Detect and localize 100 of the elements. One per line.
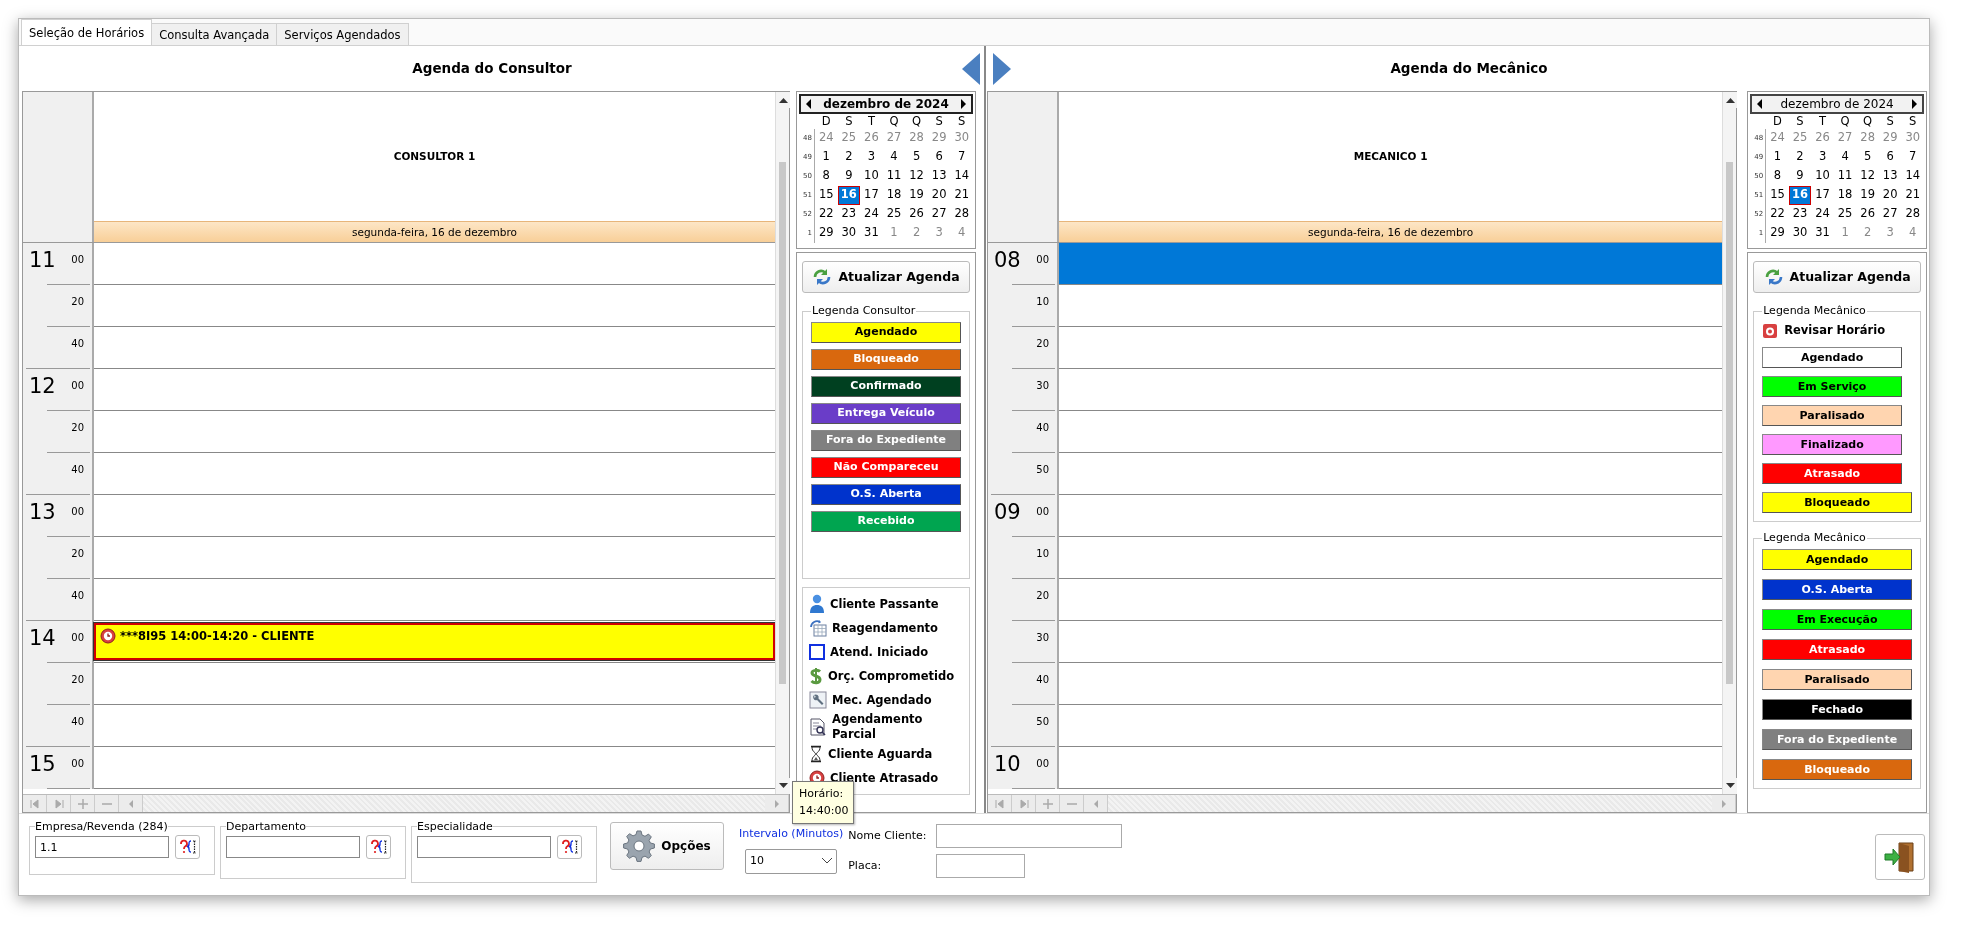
- calendar-day[interactable]: 14: [1901, 167, 1924, 186]
- calendar-day[interactable]: 12: [905, 167, 928, 186]
- text-field[interactable]: 1.1: [35, 836, 169, 858]
- calendar-day[interactable]: 10: [860, 167, 883, 186]
- calendar-day[interactable]: 25: [837, 129, 861, 148]
- refresh-button[interactable]: Atualizar Agenda: [1753, 261, 1921, 293]
- calendar-day[interactable]: 19: [1856, 186, 1879, 205]
- calendar-day[interactable]: 27: [1833, 129, 1857, 148]
- calendar-day[interactable]: 23: [1788, 205, 1812, 224]
- calendar-day[interactable]: 27: [1878, 205, 1902, 224]
- panel-title: Agenda do Consultor: [411, 59, 573, 79]
- calendar-day[interactable]: 19: [905, 186, 928, 205]
- calendar-day[interactable]: 12: [1856, 167, 1879, 186]
- calendar-day[interactable]: 28: [1856, 129, 1879, 148]
- calendar-day[interactable]: 24: [1811, 205, 1834, 224]
- weekday-label: D: [1772, 114, 1783, 129]
- calendar-day[interactable]: 2: [1788, 148, 1812, 167]
- calendar-day[interactable]: 18: [1833, 186, 1857, 205]
- calendar-day[interactable]: 3: [1811, 148, 1834, 167]
- calendar-day[interactable]: 1: [882, 224, 906, 243]
- calendar-day[interactable]: 29: [1766, 224, 1789, 243]
- calendar-day[interactable]: 22: [815, 205, 838, 224]
- calendar-day[interactable]: 30: [1788, 224, 1812, 243]
- calendar-day[interactable]: 31: [860, 224, 883, 243]
- calendar-day[interactable]: 1: [1833, 224, 1857, 243]
- calendar-day[interactable]: 28: [950, 205, 973, 224]
- calendar-day[interactable]: 7: [950, 148, 973, 167]
- tab[interactable]: Seleção de Horários: [21, 19, 153, 45]
- calendar-day[interactable]: 24: [860, 205, 883, 224]
- calendar-day[interactable]: 26: [1811, 129, 1834, 148]
- calendar-day[interactable]: 7: [1901, 148, 1924, 167]
- calendar-day[interactable]: 26: [905, 205, 928, 224]
- tab[interactable]: Consulta Avançada: [151, 23, 278, 45]
- calendar-day[interactable]: 16: [837, 186, 861, 205]
- calendar-day[interactable]: 21: [950, 186, 973, 205]
- refresh-button[interactable]: Atualizar Agenda: [802, 261, 970, 293]
- calendar-day[interactable]: 21: [1901, 186, 1924, 205]
- calendar-day[interactable]: 16: [1788, 186, 1812, 205]
- calendar-day[interactable]: 23: [837, 205, 861, 224]
- calendar-day[interactable]: 4: [950, 224, 973, 243]
- calendar-day[interactable]: 3: [1878, 224, 1902, 243]
- calendar-day[interactable]: 14: [950, 167, 973, 186]
- calendar-day[interactable]: 4: [1901, 224, 1924, 243]
- calendar-day[interactable]: 31: [1811, 224, 1834, 243]
- calendar-day[interactable]: 4: [882, 148, 906, 167]
- calendar-day[interactable]: 24: [815, 129, 838, 148]
- calendar-day[interactable]: 1: [815, 148, 838, 167]
- field-label: Departamento: [226, 820, 307, 833]
- calendar-day[interactable]: 29: [927, 129, 951, 148]
- calendar-day[interactable]: 15: [815, 186, 838, 205]
- calendar-day[interactable]: 18: [882, 186, 906, 205]
- calendar-day[interactable]: 3: [860, 148, 883, 167]
- column-header: CONSULTOR 1: [393, 148, 476, 164]
- calendar-day[interactable]: 28: [905, 129, 928, 148]
- calendar-day[interactable]: 27: [927, 205, 951, 224]
- legend-swatch: Finalizado: [1762, 434, 1902, 456]
- calendar-day[interactable]: 15: [1766, 186, 1789, 205]
- calendar-day[interactable]: 13: [1878, 167, 1902, 186]
- calendar-day[interactable]: 22: [1766, 205, 1789, 224]
- options-button[interactable]: Opções: [610, 822, 724, 870]
- calendar-day[interactable]: 9: [1788, 167, 1812, 186]
- calendar-day[interactable]: 28: [1901, 205, 1924, 224]
- calendar-day[interactable]: 25: [1788, 129, 1812, 148]
- calendar-day[interactable]: 4: [1833, 148, 1857, 167]
- calendar-day[interactable]: 13: [927, 167, 951, 186]
- calendar-day[interactable]: 20: [1878, 186, 1902, 205]
- calendar-day[interactable]: 11: [882, 167, 906, 186]
- calendar-day[interactable]: 17: [1811, 186, 1834, 205]
- calendar-day[interactable]: 26: [860, 129, 883, 148]
- calendar-day[interactable]: 2: [905, 224, 928, 243]
- calendar-day[interactable]: 25: [1833, 205, 1857, 224]
- calendar-day[interactable]: 30: [950, 129, 973, 148]
- calendar-day[interactable]: 1: [1766, 148, 1789, 167]
- calendar-day[interactable]: 2: [837, 148, 861, 167]
- calendar-day[interactable]: 3: [927, 224, 951, 243]
- calendar-day[interactable]: 17: [860, 186, 883, 205]
- calendar-day[interactable]: 24: [1766, 129, 1789, 148]
- calendar-day[interactable]: 8: [1766, 167, 1789, 186]
- calendar-day[interactable]: 10: [1811, 167, 1834, 186]
- calendar-day[interactable]: 5: [905, 148, 928, 167]
- legend-text: Mec. Agendado: [832, 692, 932, 708]
- calendar-day[interactable]: 8: [815, 167, 838, 186]
- calendar-day[interactable]: 29: [1878, 129, 1902, 148]
- calendar-day[interactable]: 6: [927, 148, 951, 167]
- calendar-day[interactable]: 27: [882, 129, 906, 148]
- calendar-day[interactable]: 25: [882, 205, 906, 224]
- hour-label: 14: [29, 627, 56, 649]
- calendar-day[interactable]: 30: [837, 224, 861, 243]
- calendar-day[interactable]: 2: [1856, 224, 1879, 243]
- minute-label: 40: [71, 463, 84, 477]
- calendar-day[interactable]: 6: [1878, 148, 1902, 167]
- calendar-day[interactable]: 9: [837, 167, 861, 186]
- tab[interactable]: Serviços Agendados: [276, 23, 409, 45]
- calendar-day[interactable]: 30: [1901, 129, 1924, 148]
- calendar-day[interactable]: 26: [1856, 205, 1879, 224]
- calendar-day[interactable]: 11: [1833, 167, 1857, 186]
- calendar-day[interactable]: 29: [815, 224, 838, 243]
- interval-select[interactable]: 10: [745, 848, 838, 874]
- calendar-day[interactable]: 20: [927, 186, 951, 205]
- calendar-day[interactable]: 5: [1856, 148, 1879, 167]
